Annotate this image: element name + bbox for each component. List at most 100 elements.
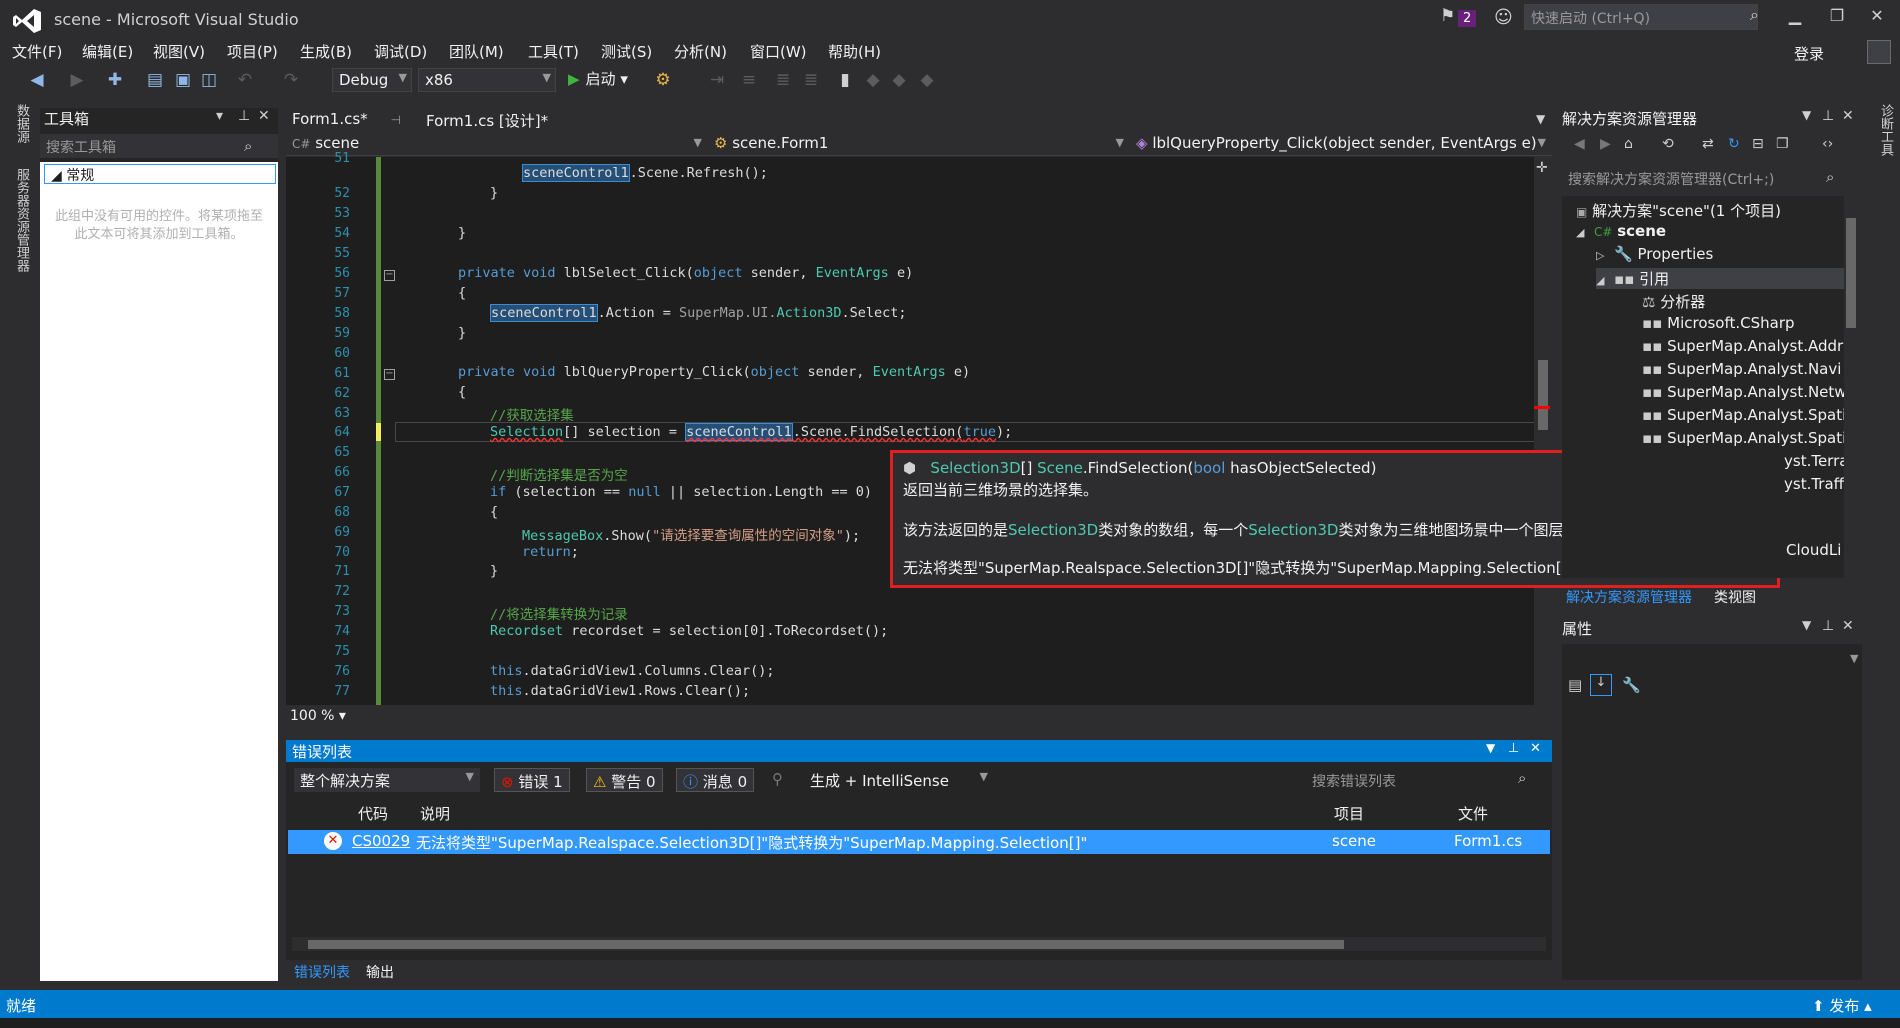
chevron-down-icon[interactable]: ▼ [1850,652,1858,665]
notification-flag-icon[interactable]: ⚑ [1440,6,1455,26]
menu-project[interactable]: 项目(P) [227,41,278,62]
tree-reference-item[interactable]: ▪▪ SuperMap.Analyst.Spati [1642,406,1846,424]
tree-reference-item[interactable]: ▪▪ Microsoft.CSharp [1642,314,1795,332]
build-filter-select[interactable]: 生成 + IntelliSense ▼ [804,768,994,792]
column-project[interactable]: 项目 [1334,803,1364,824]
table-row[interactable]: ✕ CS0029 无法将类型"SuperMap.Realspace.Select… [288,830,1550,854]
tab-form1-designer[interactable]: Form1.cs [设计]* [420,106,570,132]
pin-icon[interactable]: ⊣ [390,113,400,127]
menu-file[interactable]: 文件(F) [12,41,62,62]
dropdown-icon[interactable]: ▼ [1486,741,1495,755]
solution-explorer-search-input[interactable]: 搜索解决方案资源管理器(Ctrl+;) [1562,166,1852,190]
pin-icon[interactable]: ⊥ [1822,108,1834,124]
start-debug-button[interactable]: ▶ 启动 ▾ [568,68,628,89]
configuration-select[interactable]: Debug ▼ [332,68,412,92]
notification-count[interactable]: 2 [1458,10,1477,27]
history-icon[interactable]: ⟲ [1662,136,1674,152]
step-icon[interactable]: ⇥ [706,70,728,92]
menu-debug[interactable]: 调试(D) [374,41,427,62]
pin-icon[interactable]: ⊥ [1508,741,1519,756]
menu-help[interactable]: 帮助(H) [828,41,881,62]
tab-output[interactable]: 输出 [366,962,394,982]
class-nav-select[interactable]: ⚙ scene.Form1 ▼ [714,134,1128,156]
scope-select[interactable]: 整个解决方案 ▼ [294,768,480,792]
save-icon[interactable]: ▣ [172,70,194,92]
view-code-icon[interactable]: ‹› [1822,136,1833,152]
search-icon[interactable]: ⌕ [1826,168,1834,186]
dropdown-icon[interactable]: ▼ [1802,618,1811,632]
column-description[interactable]: 说明 [420,803,450,824]
search-icon[interactable]: ⌕ [244,137,252,155]
server-explorer-tab[interactable]: 服务器资源管理器 [12,168,31,272]
editor-scroll-thumb[interactable] [1538,360,1548,430]
pin-icon[interactable]: ⊥ [238,108,250,124]
forward-icon[interactable]: ▶ [66,70,88,92]
diagnostic-tools-tab[interactable]: 诊断工具 [1876,104,1895,156]
open-icon[interactable]: ▤ [144,70,166,92]
errors-filter-button[interactable]: ⊗ 错误 1 [494,768,570,792]
menu-analyze[interactable]: 分析(N) [674,41,727,62]
tree-reference-item[interactable]: ▪▪ SuperMap.Analyst.Navi [1642,360,1841,378]
uncomment-icon[interactable]: ≣ [800,70,822,92]
refresh-icon[interactable]: ↻ [1728,136,1740,152]
forward-icon[interactable]: ▶ [1600,136,1611,152]
warnings-filter-button[interactable]: ⚠ 警告 0 [586,768,663,792]
publish-button[interactable]: ⬆ 发布 ▴ [1812,995,1872,1016]
column-file[interactable]: 文件 [1458,803,1488,824]
close-button[interactable]: ✕ [1862,6,1892,32]
tab-overflow-icon[interactable]: ▼ [1536,112,1545,126]
menu-window[interactable]: 窗口(W) [750,41,807,62]
tree-reference-item[interactable]: ▪▪ SuperMap.Analyst.Spati [1642,429,1846,447]
editor-vertical-scrollbar[interactable] [1534,157,1552,705]
next-bookmark-icon[interactable]: ◆ [888,70,910,92]
tree-reference-item[interactable]: ▪▪ SuperMap.Analyst.Addr [1642,337,1843,355]
filter-icon[interactable]: ⚲ [772,770,783,788]
back-icon[interactable]: ◀ [1574,136,1585,152]
menu-edit[interactable]: 编辑(E) [82,41,133,62]
close-icon[interactable]: ✕ [1842,618,1854,634]
tab-form1-cs[interactable]: Form1.cs* ⊣ ✕ [286,106,420,146]
tree-reference-item-partial[interactable]: yst.Terra [1784,452,1848,470]
close-icon[interactable]: ✕ [258,108,270,124]
minimize-button[interactable]: ▁ [1780,6,1810,32]
sign-in-link[interactable]: 登录 [1794,43,1824,64]
tree-reference-item-partial[interactable]: CloudLi [1786,541,1841,559]
data-sources-tab[interactable]: 数据源 [12,104,31,143]
dropdown-icon[interactable]: ▾ [216,108,223,124]
menu-team[interactable]: 团队(M) [449,41,504,62]
column-code[interactable]: 代码 [358,803,388,824]
show-all-files-icon[interactable]: ❐ [1776,136,1789,152]
error-list-scroll-thumb[interactable] [308,940,1344,949]
editor-horizontal-scrollbar[interactable] [360,708,1532,724]
toolbox-search-input[interactable]: 搜索工具箱 [40,134,278,158]
collapse-icon[interactable]: − [384,270,395,281]
error-code-link[interactable]: CS0029 [352,832,410,850]
menu-view[interactable]: 视图(V) [153,41,205,62]
tree-properties[interactable]: ▷ 🔧 Properties [1596,245,1713,263]
tab-class-view[interactable]: 类视图 [1714,587,1756,607]
property-pages-icon[interactable]: 🔧 [1622,676,1641,694]
save-all-icon[interactable]: ◫ [198,70,220,92]
tree-reference-item-partial[interactable]: yst.Traffi [1784,475,1848,493]
quick-launch-input[interactable]: 快速启动 (Ctrl+Q) [1524,4,1758,30]
feedback-icon[interactable]: ☺ [1494,7,1513,28]
tree-project[interactable]: ◢ C# scene [1576,222,1666,240]
close-icon[interactable]: ✕ [1842,108,1854,124]
collapse-all-icon[interactable]: ⊟ [1752,136,1764,152]
collapse-icon[interactable]: − [384,369,395,380]
menu-test[interactable]: 测试(S) [601,41,652,62]
browser-link-icon[interactable]: ⚙ [652,70,674,92]
toolbox-group-general[interactable]: ◢ 常规 [44,164,276,184]
comment-icon[interactable]: ≣ [772,70,794,92]
redo-icon[interactable]: ↷ [280,70,302,92]
prev-bookmark-icon[interactable]: ◆ [862,70,884,92]
tree-reference-item[interactable]: ⚖ 分析器 [1642,291,1705,312]
categorized-icon[interactable]: ▤ [1568,676,1582,694]
solution-tree-scroll-thumb[interactable] [1846,218,1856,328]
sync-icon[interactable]: ⇄ [1702,136,1714,152]
search-icon[interactable]: ⌕ [1518,769,1526,787]
messages-filter-button[interactable]: ⓘ 消息 0 [676,768,755,792]
dropdown-icon[interactable]: ▼ [1802,108,1811,122]
tab-error-list[interactable]: 错误列表 [294,962,350,982]
platform-select[interactable]: x86 ▼ [418,68,556,92]
